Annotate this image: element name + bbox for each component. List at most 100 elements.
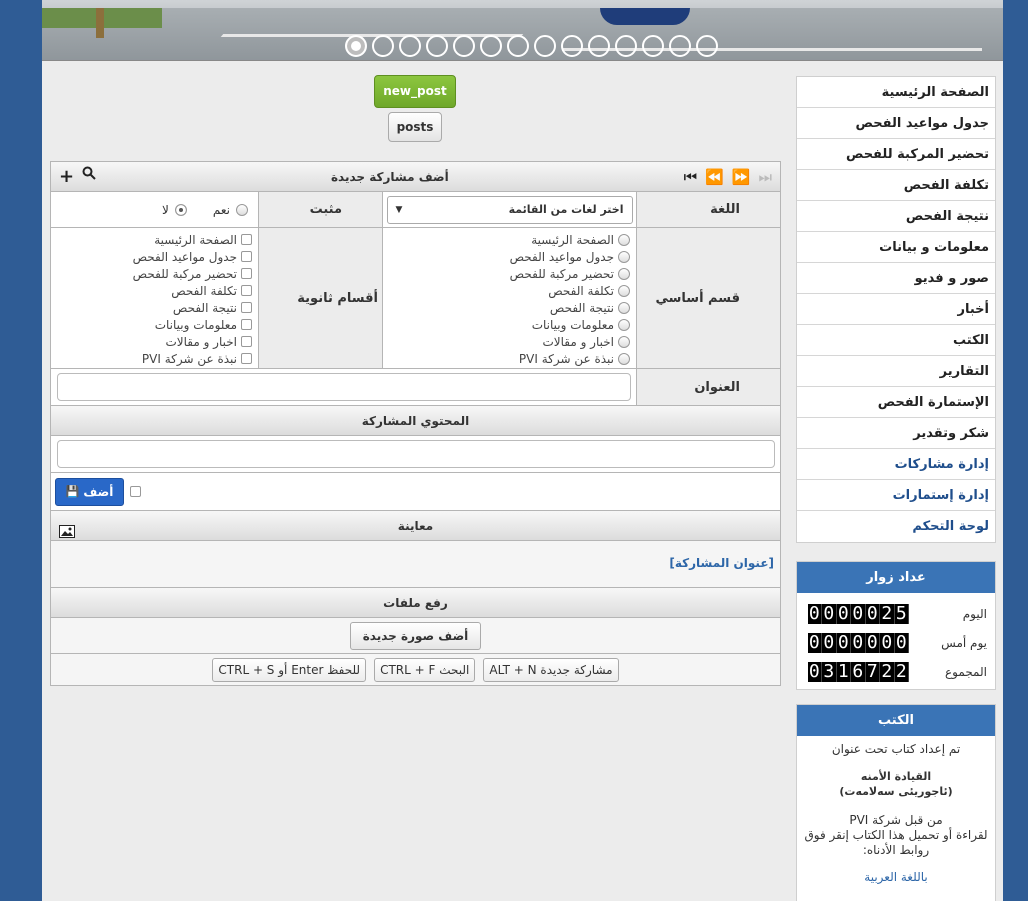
slider-dot[interactable] [507, 35, 529, 57]
slider-dot[interactable] [480, 35, 502, 57]
sidebar-item[interactable]: جدول مواعيد الفحص [797, 108, 995, 139]
section-option[interactable]: تكلفة الفحص [510, 282, 630, 299]
slider-dot[interactable] [561, 35, 583, 57]
sidebar-item[interactable]: الكتب [797, 325, 995, 356]
first-page-icon[interactable]: ⏮ [684, 168, 698, 186]
section-option-label: نتيجة الفحص [549, 300, 614, 315]
slider-dot[interactable] [642, 35, 664, 57]
section-radio[interactable] [618, 318, 630, 331]
preview-area: [عنوان المشاركة] [51, 541, 780, 588]
section-radio[interactable] [618, 284, 630, 297]
sidebar-item[interactable]: الصفحة الرئيسية [797, 77, 995, 108]
counter-digit: 0 [807, 603, 822, 624]
add-icon[interactable]: + [59, 166, 74, 187]
section-option[interactable]: تكلفة الفحص [133, 282, 252, 299]
secondary-section-label: أقسام ثانوية [258, 228, 382, 368]
submit-checkbox[interactable] [130, 486, 141, 497]
section-checkbox[interactable] [241, 251, 252, 262]
section-option[interactable]: جدول مواعيد الفحص [510, 248, 630, 265]
section-option[interactable]: جدول مواعيد الفحص [133, 248, 252, 265]
slider-dot[interactable] [669, 35, 691, 57]
section-option-label: نتيجة الفحص [172, 300, 237, 315]
section-checkbox[interactable] [241, 319, 252, 330]
counter-digit: 5 [894, 603, 909, 624]
section-option[interactable]: نتيجة الفحص [133, 299, 252, 316]
section-checkbox[interactable] [241, 285, 252, 296]
last-page-icon[interactable]: ⏭ [758, 168, 772, 186]
new-post-form: + أضف مشاركة جديدة ⏮ ⏪ ⏩ ⏭ اللغة اختر لغ… [50, 161, 781, 686]
section-option-label: نبذة عن شركة PVI [141, 351, 237, 366]
counter-digit: 6 [851, 661, 866, 682]
sidebar-item[interactable]: شكر وتقدير [797, 418, 995, 449]
section-checkbox[interactable] [241, 234, 252, 245]
slider-dot[interactable] [615, 35, 637, 57]
slider-dot[interactable] [696, 35, 718, 57]
pinned-no-radio[interactable] [174, 203, 187, 216]
sidebar-item[interactable]: معلومات و بيانات [797, 232, 995, 263]
sidebar-item[interactable]: الإستمارة الفحص [797, 387, 995, 418]
counter-digit: 0 [851, 632, 866, 653]
slider-dot[interactable] [588, 35, 610, 57]
section-option-label: جدول مواعيد الفحص [509, 249, 614, 264]
sidebar-item[interactable]: إدارة إستمارات [797, 480, 995, 511]
section-option[interactable]: اخبار و مقالات [510, 333, 630, 350]
section-option-label: نبذة عن شركة PVI [518, 351, 614, 366]
counter-digit: 0 [865, 632, 880, 653]
add-post-button[interactable]: 💾 أضف [55, 477, 124, 506]
dropdown-arrow-icon: ▼ [395, 204, 403, 215]
section-option[interactable]: معلومات وبيانات [133, 316, 252, 333]
counter-value: 0000025 [807, 603, 909, 624]
content-input[interactable] [57, 440, 775, 468]
counter-label: اليوم [962, 606, 987, 621]
section-radio[interactable] [618, 301, 630, 314]
section-checkbox[interactable] [241, 336, 252, 347]
add-image-button[interactable]: أضف صورة جديدة [349, 621, 482, 650]
slider-dot[interactable] [399, 35, 421, 57]
section-checkbox[interactable] [241, 268, 252, 279]
section-radio[interactable] [618, 250, 630, 263]
language-select[interactable]: اختر لغات من القائمة ▼ [386, 195, 633, 224]
search-icon[interactable] [82, 166, 96, 187]
image-icon[interactable] [59, 519, 75, 549]
sidebar-item[interactable]: صور و فديو [797, 263, 995, 294]
section-option[interactable]: الصفحة الرئيسية [510, 231, 630, 248]
slider-dot[interactable] [426, 35, 448, 57]
counter-digit: 0 [836, 603, 851, 624]
next-page-icon[interactable]: ⏩ [732, 168, 751, 186]
sidebar-item[interactable]: أخبار [797, 294, 995, 325]
slider-dot[interactable] [345, 35, 367, 57]
section-option[interactable]: نتيجة الفحص [510, 299, 630, 316]
sidebar-item[interactable]: إدارة مشاركات [797, 449, 995, 480]
shortcut-new-post: ALT + N مشاركة جديدة [483, 657, 619, 682]
section-option[interactable]: الصفحة الرئيسية [133, 231, 252, 248]
section-option[interactable]: نبذة عن شركة PVI [133, 350, 252, 367]
sidebar-item[interactable]: تحضير المركبة للفحص [797, 139, 995, 170]
slider-dot[interactable] [372, 35, 394, 57]
slider-dot[interactable] [534, 35, 556, 57]
books-arabic-link[interactable]: باللغة العربية [864, 870, 927, 884]
pinned-yes-radio[interactable] [236, 203, 248, 216]
title-input[interactable] [57, 373, 631, 401]
previous-page-icon[interactable]: ⏪ [705, 168, 724, 186]
sidebar-item[interactable]: لوحة التحكم [797, 511, 995, 542]
section-option[interactable]: معلومات وبيانات [510, 316, 630, 333]
sidebar-item[interactable]: التقارير [797, 356, 995, 387]
section-option[interactable]: نبذة عن شركة PVI [510, 350, 630, 367]
section-option-label: تحضير مركبة للفحص [132, 266, 237, 281]
section-radio[interactable] [618, 352, 630, 365]
section-checkbox[interactable] [241, 353, 252, 364]
new-post-button[interactable]: new_post [374, 75, 456, 108]
content-row [51, 436, 780, 473]
sidebar-item[interactable]: نتيجة الفحص [797, 201, 995, 232]
section-radio[interactable] [618, 335, 630, 348]
posts-button[interactable]: posts [388, 112, 442, 142]
sidebar-item[interactable]: تكلفة الفحص [797, 170, 995, 201]
section-radio[interactable] [618, 233, 630, 246]
slider-dot[interactable] [453, 35, 475, 57]
section-checkbox[interactable] [241, 302, 252, 313]
books-by: من قبل شركة PVI [849, 813, 943, 827]
section-option[interactable]: تحضير مركبة للفحص [510, 265, 630, 282]
section-radio[interactable] [618, 267, 630, 280]
section-option[interactable]: تحضير مركبة للفحص [133, 265, 252, 282]
section-option[interactable]: اخبار و مقالات [133, 333, 252, 350]
